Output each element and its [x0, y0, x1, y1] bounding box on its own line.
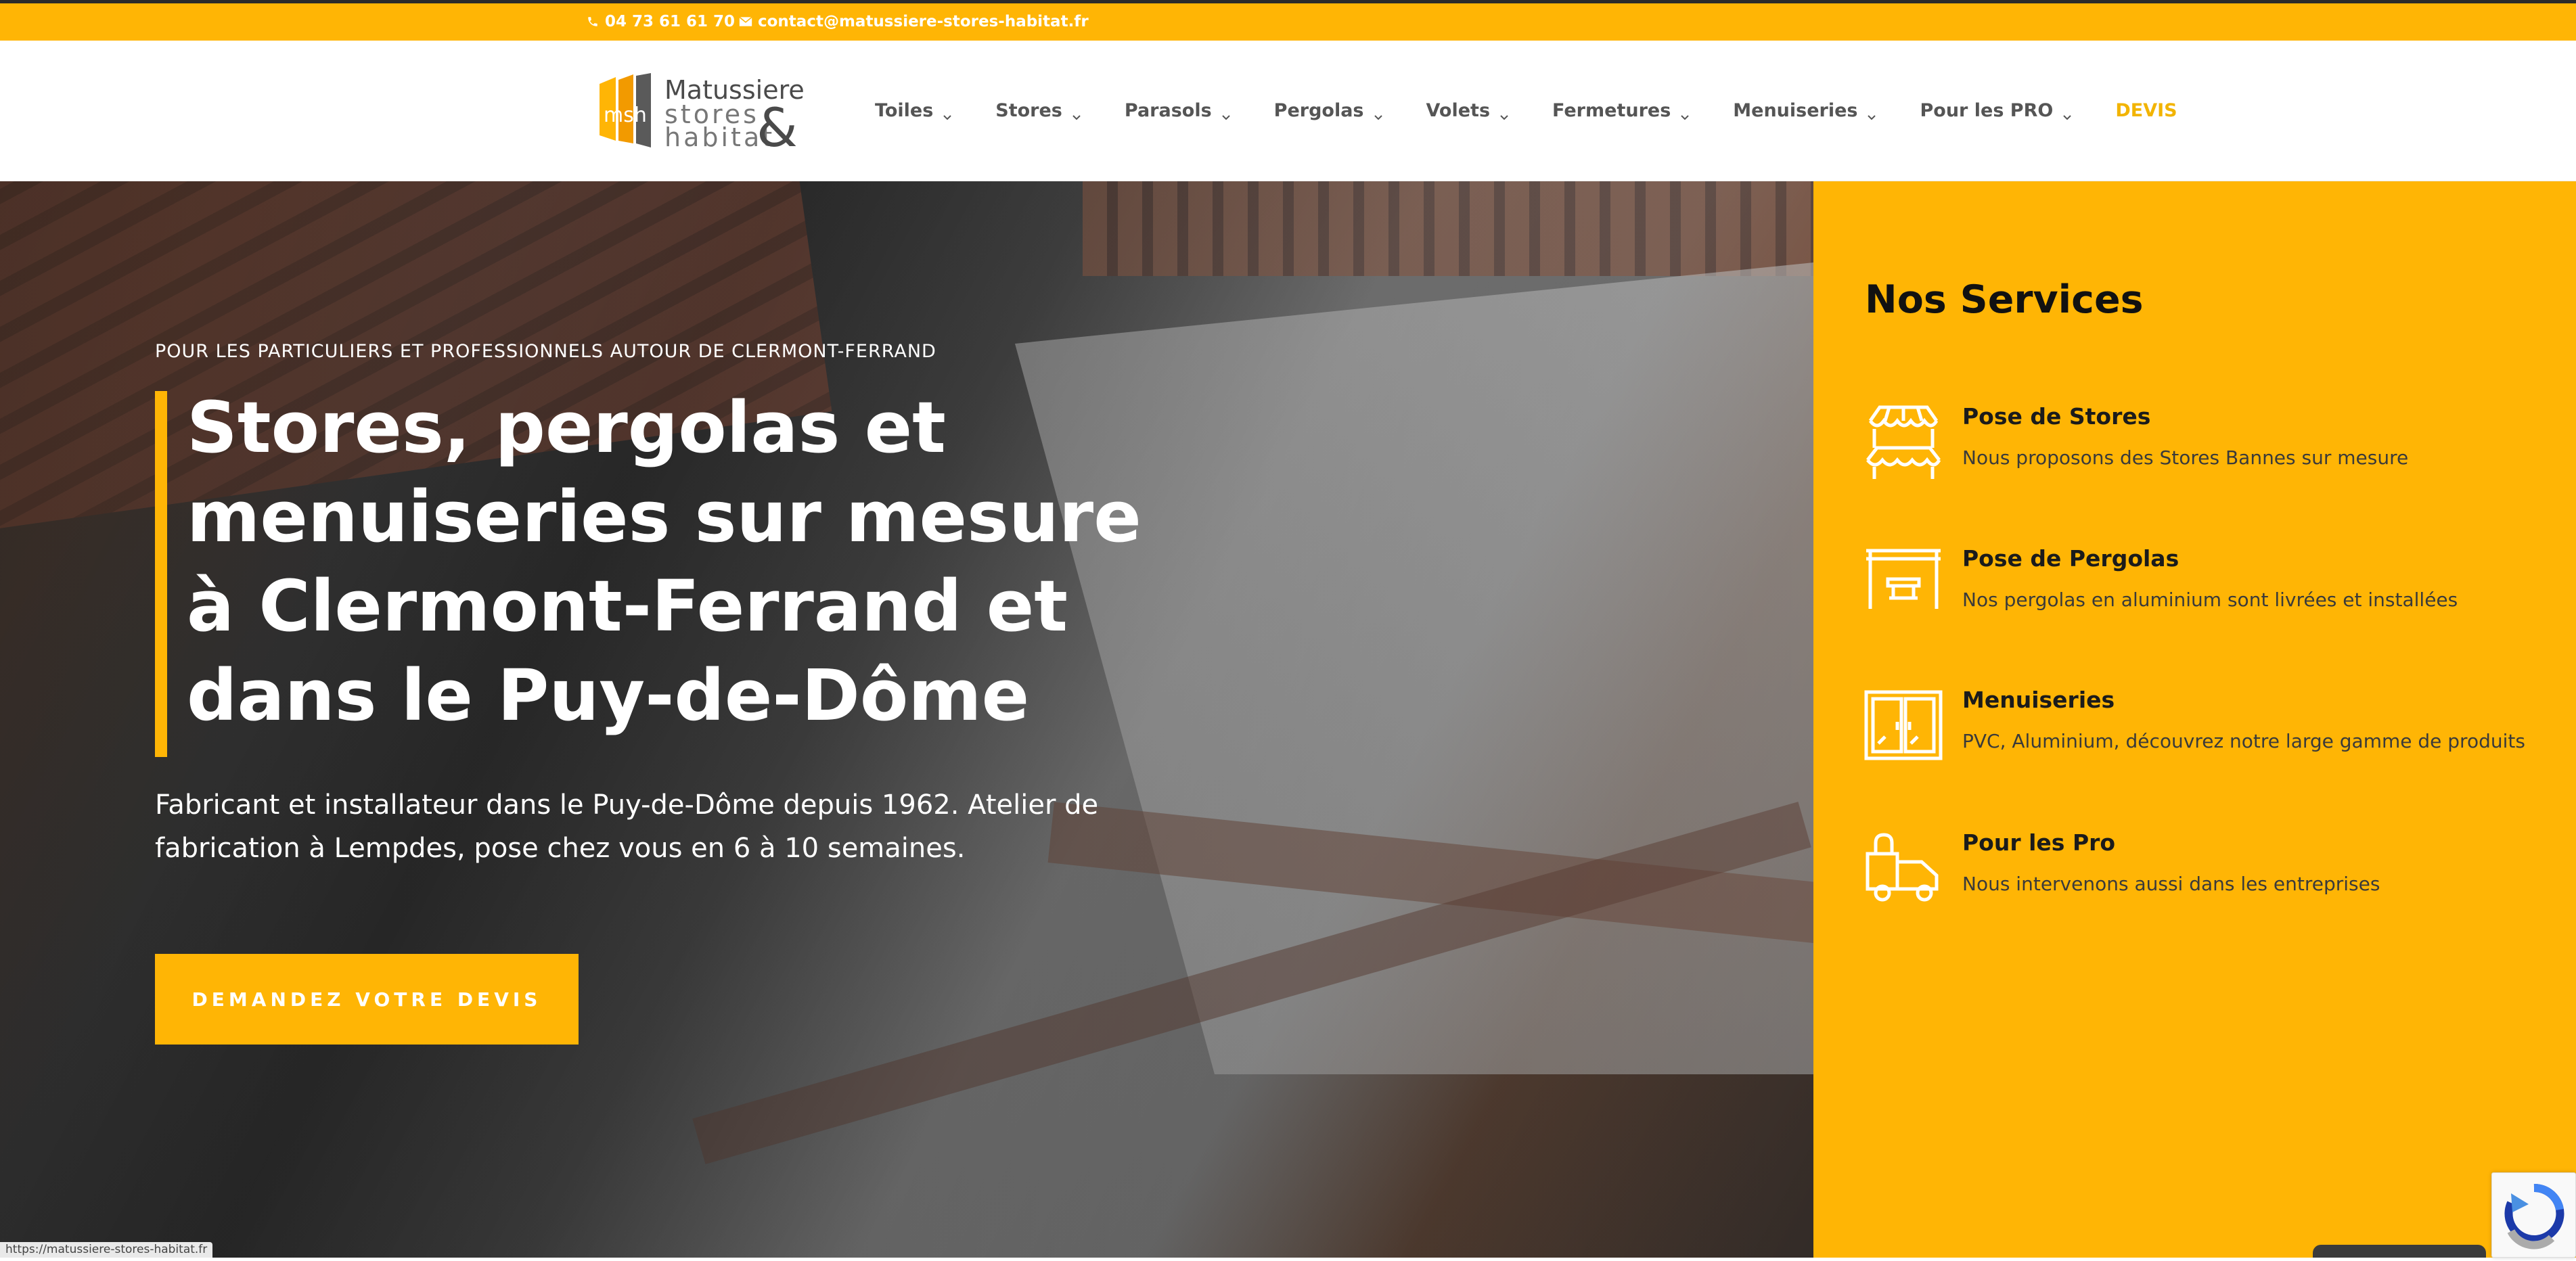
- request-quote-button[interactable]: DEMANDEZ VOTRE DEVIS: [155, 954, 579, 1045]
- hero-subtitle: POUR LES PARTICULIERS ET PROFESSIONNELS …: [155, 341, 936, 362]
- logo-ampersand: &: [756, 98, 798, 149]
- nav-item-toiles[interactable]: Toiles: [875, 100, 952, 121]
- logo-mark: msh: [600, 73, 651, 147]
- chevron-down-icon: [943, 106, 952, 120]
- hero-section: POUR LES PARTICULIERS ET PROFESSIONNELS …: [0, 181, 1813, 1258]
- service-item-stores[interactable]: Pose de Stores Nous proposons des Stores…: [1863, 402, 2567, 497]
- delivery-truck-icon: [1863, 828, 1943, 908]
- hero-title-accent-bar: [155, 391, 167, 757]
- chevron-down-icon: [1072, 106, 1081, 120]
- hero-title: Stores, pergolas et menuiseries sur mesu…: [187, 383, 1188, 740]
- nav-item-pergolas[interactable]: Pergolas: [1274, 100, 1383, 121]
- service-item-pergolas[interactable]: Pose de Pergolas Nos pergolas en alumini…: [1863, 544, 2567, 639]
- nav-item-menuiseries[interactable]: Menuiseries: [1733, 100, 1876, 121]
- service-title: Pose de Pergolas: [1962, 545, 2179, 572]
- email-link[interactable]: contact@matussiere-stores-habitat.fr: [739, 13, 1089, 30]
- nav-item-pour-les-pro[interactable]: Pour les PRO: [1920, 100, 2072, 121]
- phone-number: 04 73 61 61 70: [605, 13, 736, 30]
- services-panel: Nos Services Pose de Stores Nous proposo…: [1813, 181, 2576, 1258]
- window-icon: [1863, 685, 1943, 765]
- nav-item-label: Stores: [995, 100, 1062, 121]
- top-contact-bar: 04 73 61 61 70 contact@matussiere-stores…: [0, 0, 2576, 41]
- hero-title-line: à Clermont-Ferrand et: [187, 565, 1068, 647]
- hero-title-line: Stores, pergolas et: [187, 386, 946, 469]
- envelope-icon: [739, 15, 752, 28]
- hero-title-line: menuiseries sur mesure: [187, 476, 1142, 558]
- hero-description-line: Fabricant et installateur dans le Puy-de…: [155, 789, 1099, 821]
- nav-item-label: Fermetures: [1552, 100, 1671, 121]
- service-title: Pose de Stores: [1962, 403, 2151, 430]
- nav-item-label: Parasols: [1124, 100, 1212, 121]
- chevron-down-icon: [2062, 106, 2072, 120]
- service-description: PVC, Aluminium, découvrez notre large ga…: [1962, 730, 2525, 752]
- site-logo[interactable]: msh Matussiere stores habitat &: [600, 73, 809, 159]
- nav-item-fermetures[interactable]: Fermetures: [1552, 100, 1690, 121]
- nav-item-volets[interactable]: Volets: [1426, 100, 1510, 121]
- nav-item-label: Menuiseries: [1733, 100, 1858, 121]
- floating-tab[interactable]: [2313, 1245, 2486, 1258]
- service-item-menuiseries[interactable]: Menuiseries PVC, Aluminium, découvrez no…: [1863, 685, 2567, 780]
- recaptcha-icon: [2504, 1183, 2564, 1249]
- nav-item-label: Pergolas: [1273, 100, 1364, 121]
- hero-description: Fabricant et installateur dans le Puy-de…: [155, 783, 1116, 870]
- chevron-down-icon: [1499, 106, 1509, 120]
- phone-icon: [586, 15, 600, 28]
- services-heading: Nos Services: [1865, 277, 2144, 322]
- nav-item-label: Toiles: [875, 100, 934, 121]
- chevron-down-icon: [1867, 106, 1876, 120]
- pergola-icon: [1863, 544, 1943, 624]
- nav-item-stores[interactable]: Stores: [995, 100, 1081, 121]
- nav-item-label: Volets: [1426, 100, 1491, 121]
- service-title: Pour les Pro: [1962, 829, 2116, 856]
- service-description: Nous intervenons aussi dans les entrepri…: [1962, 873, 2380, 895]
- chevron-down-icon: [1221, 106, 1231, 120]
- hero-title-line: dans le Puy-de-Dôme: [187, 654, 1030, 737]
- main-nav: Toiles Stores Parasols Pergolas Volets Fermet…: [875, 100, 2177, 121]
- service-description: Nous proposons des Stores Bannes sur mes…: [1962, 446, 2409, 469]
- recaptcha-badge[interactable]: [2491, 1172, 2576, 1258]
- service-description: Nos pergolas en aluminium sont livrées e…: [1962, 589, 2458, 611]
- chevron-down-icon: [1374, 106, 1383, 120]
- service-title: Menuiseries: [1962, 687, 2115, 713]
- nav-item-parasols[interactable]: Parasols: [1125, 100, 1231, 121]
- site-header: msh Matussiere stores habitat & Toiles St…: [0, 41, 2576, 181]
- nav-item-devis[interactable]: DEVIS: [2115, 100, 2177, 121]
- chevron-down-icon: [1680, 106, 1690, 120]
- nav-item-label: Pour les PRO: [1920, 100, 2054, 121]
- service-item-pro[interactable]: Pour les Pro Nous intervenons aussi dans…: [1863, 828, 2567, 923]
- browser-status-url: https://matussiere-stores-habitat.fr: [0, 1242, 213, 1258]
- awning-icon: [1863, 402, 1943, 482]
- phone-link[interactable]: 04 73 61 61 70: [586, 13, 735, 30]
- logo-mark-text: msh: [604, 104, 647, 127]
- email-address: contact@matussiere-stores-habitat.fr: [758, 13, 1089, 30]
- hero-description-line: fabrication à Lempdes, pose chez vous en…: [155, 833, 966, 864]
